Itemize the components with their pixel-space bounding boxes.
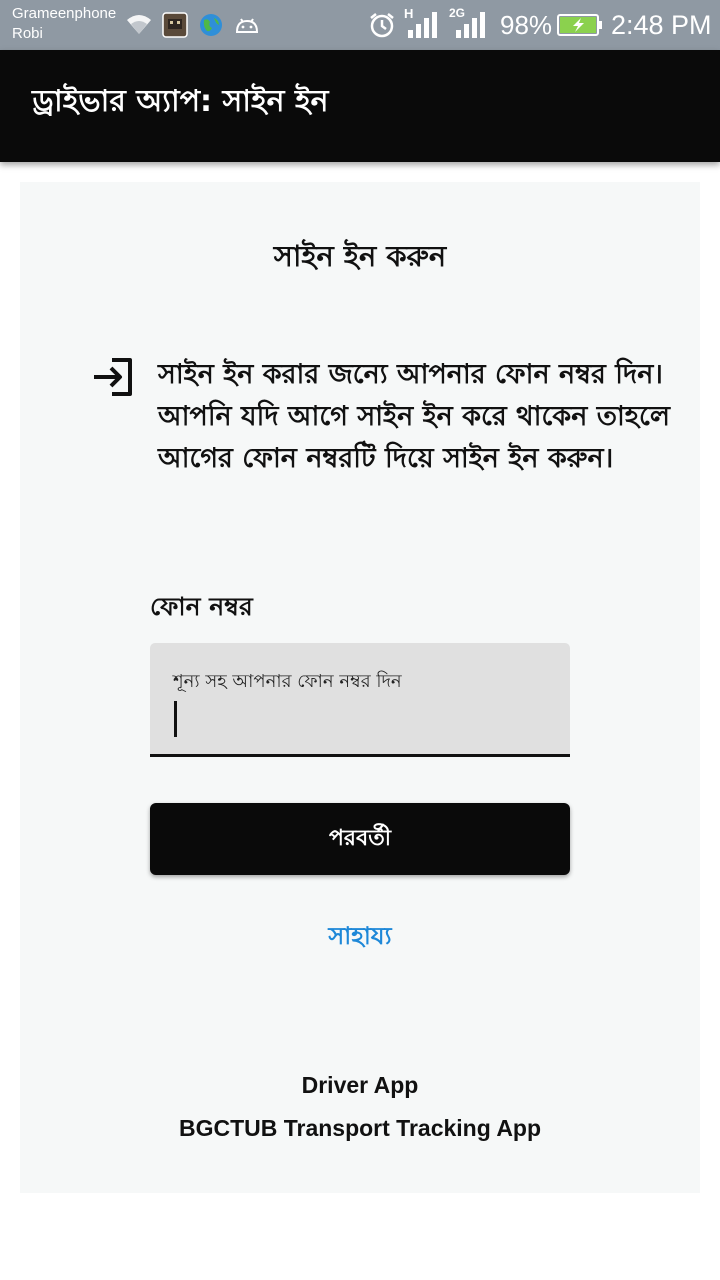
phone-number-field[interactable]: শূন্য সহ আপনার ফোন নম্বর দিন: [150, 643, 570, 757]
help-link[interactable]: সাহায্য: [20, 916, 700, 956]
sign-in-card: সাইন ইন করুন সাইন ইন করার জন্যে আপনার ফো…: [20, 182, 700, 1193]
status-bar: Grameenphone Robi H 2G 98% 2:48 PM: [0, 0, 720, 50]
signal-icon: [456, 12, 485, 38]
carrier-name-1: Grameenphone: [12, 5, 117, 22]
battery-percent: 98%: [500, 10, 553, 40]
sign-in-instructions: সাইন ইন করার জন্যে আপনার ফোন নম্বর দিন। …: [158, 359, 670, 474]
carrier-names: Grameenphone Robi: [12, 4, 116, 44]
sign-in-heading: সাইন ইন করুন: [273, 239, 447, 273]
carrier-name-2: Robi: [12, 25, 43, 42]
footer-app-name: Driver App: [301, 1072, 419, 1098]
phone-number-label: ফোন নম্বর: [150, 592, 253, 621]
signal-icon: [408, 12, 437, 38]
battery-charging-icon: [557, 14, 602, 36]
login-icon: [94, 358, 132, 396]
app-notification-icon: [162, 12, 188, 38]
app-title: ড্রাইভার অ্যাপ: সাইন ইন: [32, 84, 329, 119]
android-icon: [235, 18, 259, 33]
clock: 2:48 PM: [611, 10, 712, 40]
footer-app-full-name: BGCTUB Transport Tracking App: [178, 1115, 542, 1141]
globe-icon: [200, 14, 222, 36]
wifi-icon: [127, 15, 151, 34]
phone-number-placeholder: শূন্য সহ আপনার ফোন নম্বর দিন: [173, 671, 402, 692]
next-button[interactable]: পরবর্তী: [150, 803, 570, 875]
app-bar: ড্রাইভার অ্যাপ: সাইন ইন: [0, 50, 720, 162]
text-cursor: [174, 701, 177, 737]
alarm-icon: [370, 13, 394, 38]
